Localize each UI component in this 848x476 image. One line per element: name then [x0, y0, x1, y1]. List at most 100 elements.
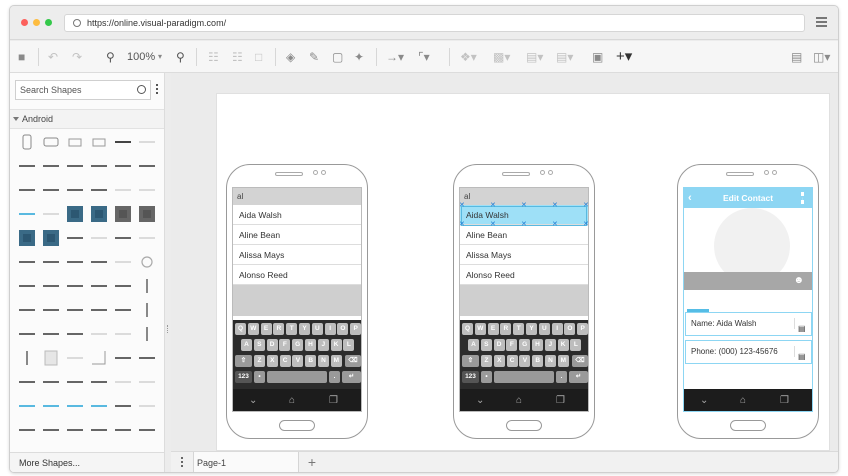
keyboard-key[interactable]: S: [480, 339, 492, 351]
shape-thumbnail[interactable]: [40, 181, 62, 199]
shape-thumbnail[interactable]: [88, 205, 110, 223]
shape-thumbnail[interactable]: [112, 133, 134, 151]
keyboard-key[interactable]: .: [329, 371, 340, 383]
shape-thumbnail[interactable]: [40, 277, 62, 295]
shape-thumbnail[interactable]: [112, 229, 134, 247]
shape-thumbnail[interactable]: [40, 205, 62, 223]
shape-thumbnail[interactable]: [64, 181, 86, 199]
format-panel-icon[interactable]: ▤: [791, 49, 802, 65]
keyboard-key[interactable]: E: [487, 323, 499, 335]
delete-icon[interactable]: □: [255, 49, 262, 65]
keyboard-key[interactable]: ⇧: [235, 355, 252, 367]
group-icon[interactable]: ❖▾: [460, 49, 477, 65]
shape-thumbnail[interactable]: [112, 421, 134, 439]
keyboard-key[interactable]: F: [506, 339, 518, 351]
keyboard-key[interactable]: E: [260, 323, 272, 335]
keyboard-key[interactable]: N: [545, 355, 556, 367]
keyboard-key[interactable]: [267, 371, 327, 383]
diagram-canvas[interactable]: al Aida Walsh Aline Bean Alissa Mays Alo…: [171, 73, 838, 451]
shape-thumbnail[interactable]: [136, 181, 158, 199]
keyboard-key[interactable]: K: [330, 339, 342, 351]
list-item[interactable]: Aline Bean: [460, 225, 588, 245]
shape-thumbnail[interactable]: [112, 277, 134, 295]
pages-menu-icon[interactable]: [173, 456, 191, 471]
shape-thumbnail[interactable]: [40, 301, 62, 319]
undo-icon[interactable]: ↶: [48, 49, 58, 65]
tab-page-1[interactable]: Page-1: [193, 452, 299, 472]
minimize-window-button[interactable]: [33, 19, 40, 26]
search-bar[interactable]: al: [233, 188, 361, 205]
shape-thumbnail[interactable]: [88, 229, 110, 247]
message-icon[interactable]: ▤: [794, 346, 808, 361]
format-painter-icon[interactable]: ✦: [354, 49, 364, 65]
shape-thumbnail[interactable]: [112, 349, 134, 367]
shape-thumbnail[interactable]: [64, 397, 86, 415]
list-item[interactable]: Aida Walsh: [233, 205, 361, 225]
add-page-icon[interactable]: +: [304, 455, 320, 471]
distribute-icon[interactable]: ▤▾: [556, 49, 573, 65]
phone-mockup-1[interactable]: al Aida Walsh Aline Bean Alissa Mays Alo…: [226, 164, 368, 439]
shape-thumbnail[interactable]: [16, 397, 38, 415]
list-item[interactable]: Aline Bean: [233, 225, 361, 245]
shape-thumbnail[interactable]: [88, 349, 110, 367]
keyboard-key[interactable]: R: [273, 323, 285, 335]
shadow-icon[interactable]: ▢: [332, 49, 343, 65]
keyboard-key[interactable]: H: [305, 339, 316, 351]
home-button[interactable]: [730, 420, 766, 431]
keyboard-key[interactable]: I: [324, 323, 336, 335]
keyboard-key[interactable]: •: [481, 371, 492, 383]
keyboard-key[interactable]: 123: [235, 371, 252, 383]
zoom-dropdown-icon[interactable]: ▾: [158, 49, 162, 65]
keyboard-key[interactable]: B: [305, 355, 317, 367]
shape-thumbnail[interactable]: [16, 277, 38, 295]
shape-thumbnail[interactable]: [88, 133, 110, 151]
shape-thumbnail[interactable]: [88, 181, 110, 199]
phone-mockup-3[interactable]: ‹ Edit Contact ☻ Name: Aida Walsh ▤ Phon…: [677, 164, 819, 439]
keyboard-key[interactable]: N: [318, 355, 329, 367]
shape-thumbnail[interactable]: [136, 133, 158, 151]
shape-thumbnail[interactable]: [136, 301, 158, 319]
shape-thumbnail[interactable]: [40, 253, 62, 271]
keyboard-key[interactable]: H: [532, 339, 543, 351]
zoom-in-icon[interactable]: ⚲: [176, 49, 185, 65]
shape-thumbnail[interactable]: [136, 349, 158, 367]
shape-thumbnail[interactable]: [88, 301, 110, 319]
shape-thumbnail[interactable]: [16, 205, 38, 223]
browser-menu-icon[interactable]: [816, 17, 827, 27]
shape-thumbnail[interactable]: [16, 373, 38, 391]
arrange-icon[interactable]: ▩▾: [493, 49, 510, 65]
shape-thumbnail[interactable]: [40, 133, 62, 151]
overflow-menu-icon[interactable]: [801, 192, 804, 204]
shape-thumbnail[interactable]: [40, 373, 62, 391]
keyboard-key[interactable]: Z: [481, 355, 492, 367]
keyboard-key[interactable]: P: [350, 323, 361, 335]
keyboard-key[interactable]: J: [317, 339, 329, 351]
shape-thumbnail[interactable]: [112, 397, 134, 415]
keyboard-key[interactable]: I: [551, 323, 563, 335]
keyboard-key[interactable]: D: [266, 339, 278, 351]
shape-thumbnail[interactable]: [112, 157, 134, 175]
shape-thumbnail[interactable]: [64, 253, 86, 271]
shape-thumbnail[interactable]: [136, 421, 158, 439]
contact-photo[interactable]: [684, 208, 812, 284]
shape-thumbnail[interactable]: [16, 253, 38, 271]
shape-thumbnail[interactable]: [112, 253, 134, 271]
shape-thumbnail[interactable]: [112, 301, 134, 319]
keyboard-key[interactable]: R: [500, 323, 512, 335]
keyboard-key[interactable]: ⌫: [572, 355, 588, 367]
shape-thumbnail[interactable]: [64, 349, 86, 367]
keyboard-key[interactable]: ↵: [342, 371, 361, 383]
keyboard-key[interactable]: X: [266, 355, 278, 367]
keyboard-key[interactable]: Q: [235, 323, 246, 335]
keyboard-key[interactable]: O: [337, 323, 349, 335]
phone-field[interactable]: Phone: (000) 123-45676 ▤: [685, 340, 812, 364]
keyboard-key[interactable]: L: [570, 339, 582, 351]
shape-thumbnail[interactable]: [64, 229, 86, 247]
keyboard-key[interactable]: M: [557, 355, 569, 367]
keyboard-key[interactable]: P: [577, 323, 588, 335]
keyboard-key[interactable]: B: [532, 355, 544, 367]
add-shape-icon[interactable]: +▾: [616, 49, 632, 65]
shape-thumbnail[interactable]: [88, 157, 110, 175]
keyboard-key[interactable]: D: [493, 339, 505, 351]
shape-thumbnail[interactable]: [64, 301, 86, 319]
